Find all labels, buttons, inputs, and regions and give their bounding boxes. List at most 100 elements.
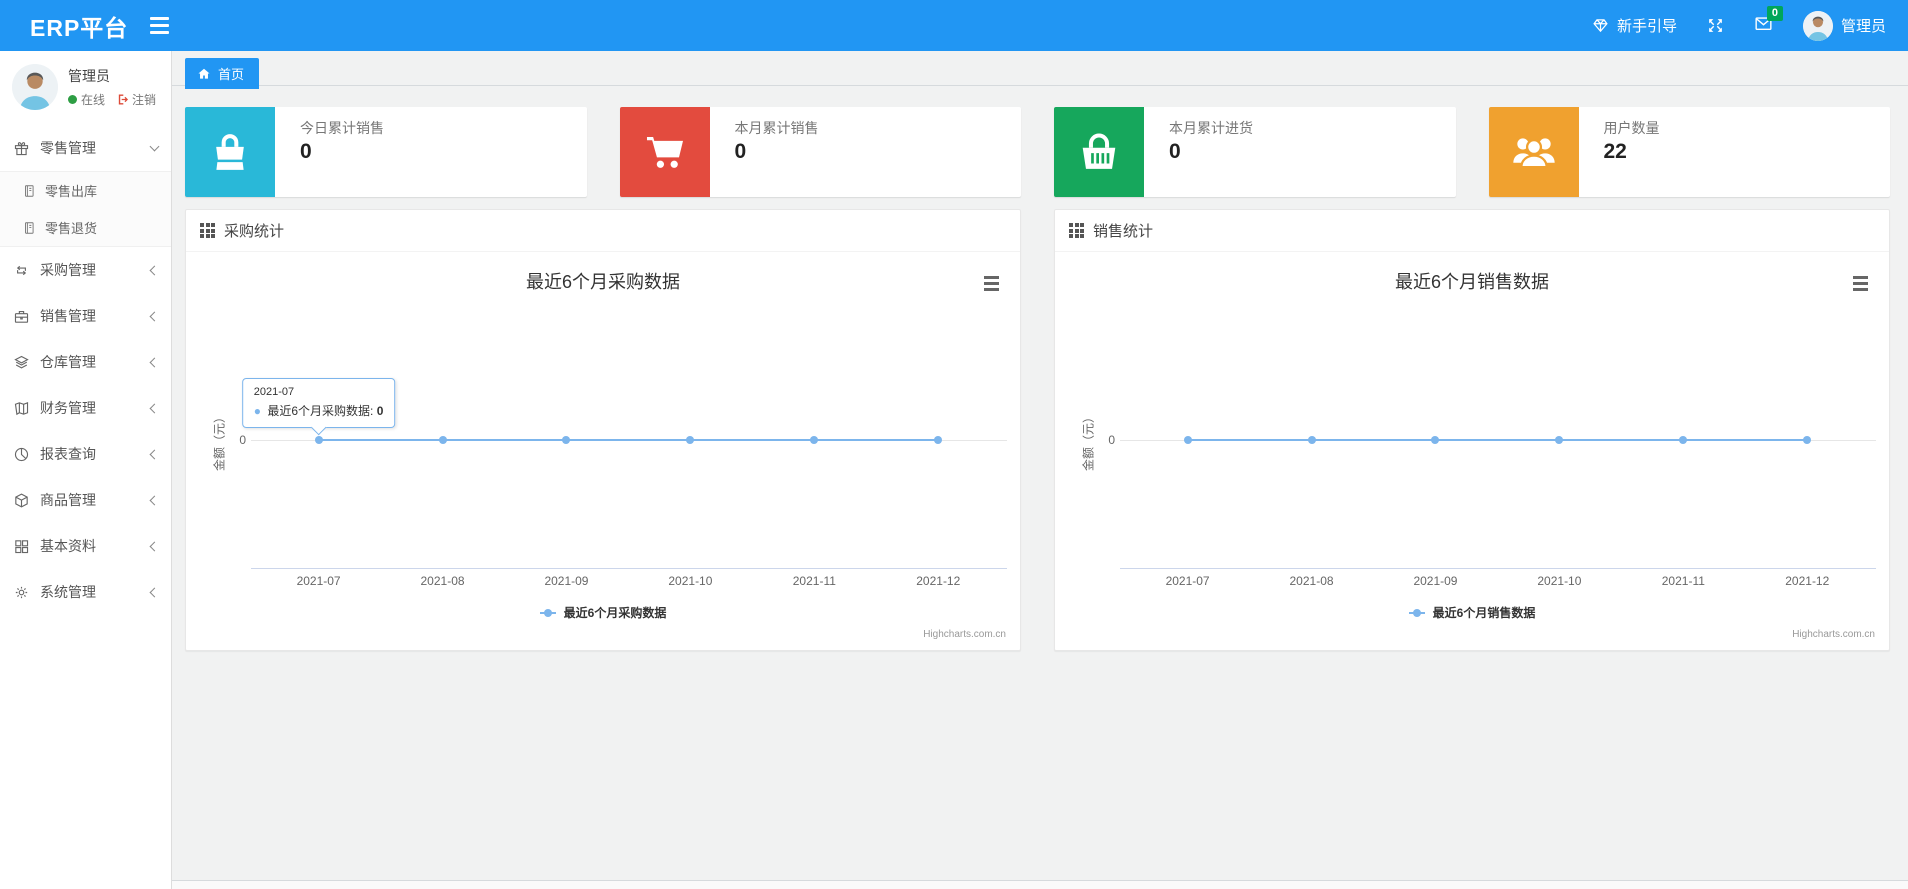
legend-item[interactable]: 最近6个月销售数据	[1055, 604, 1889, 621]
chevron-left-icon	[149, 449, 160, 459]
journal-icon	[22, 184, 36, 198]
top-navbar: ERP平台 新手引导 0 管理员	[0, 0, 1908, 51]
x-axis-tick-label: 2021-07	[296, 574, 341, 588]
legend-marker-icon	[539, 608, 556, 617]
data-point[interactable]	[1183, 436, 1192, 444]
sidebar-item-system-management[interactable]: 系统管理	[0, 569, 171, 615]
header-user-menu[interactable]: 管理员	[1802, 10, 1886, 41]
th-grid-icon	[200, 223, 215, 238]
erp-dashboard-page: ERP平台 新手引导 0 管理员 管理员 在线 注销 零售管理 零售出库 零售退…	[0, 0, 1908, 889]
stat-card-text: 今日累计销售 0	[275, 107, 394, 197]
sidebar-item-goods-management[interactable]: 商品管理	[0, 477, 171, 523]
guide-button[interactable]: 新手引导	[1592, 15, 1677, 36]
shopping-bag-icon	[185, 107, 275, 197]
legend-label: 最近6个月销售数据	[1432, 606, 1536, 620]
chevron-down-icon	[149, 141, 160, 152]
stat-card-value: 0	[734, 140, 747, 163]
purchase-chart: 最近6个月采购数据 金额（元） 0 2021-07 2021-08 2021-09 2021…	[186, 252, 1020, 650]
messages-button[interactable]: 0	[1754, 6, 1783, 36]
panel-title: 采购统计	[224, 223, 285, 240]
main-content: 首页 今日累计销售 0 本月累计销售 0 本月累计进货 0 用户数量 22 采购统计 最近6个…	[172, 51, 1908, 889]
stat-card-month-sales[interactable]: 本月累计销售 0	[619, 107, 1021, 197]
y-axis-tick-label: 0	[1108, 433, 1115, 447]
chart-menu-button[interactable]	[981, 273, 1002, 294]
sidebar-item-purchase-management[interactable]: 采购管理	[0, 247, 171, 293]
sidebar: 管理员 在线 注销 零售管理 零售出库 零售退货 采购管理 销售管理 仓库管理 财务管理 报表…	[0, 51, 172, 889]
data-point[interactable]	[1431, 436, 1440, 444]
sidebar-item-label: 采购管理	[40, 262, 96, 278]
x-axis-tick-label: 2021-10	[668, 574, 713, 588]
sidebar-subitem-retail-outbound[interactable]: 零售出库	[0, 172, 171, 209]
online-status-icon	[68, 95, 77, 104]
tab-home[interactable]: 首页	[185, 58, 260, 89]
data-point[interactable]	[1307, 436, 1316, 444]
fullscreen-button[interactable]	[1707, 17, 1724, 34]
data-point[interactable]	[314, 436, 323, 444]
chart-panels-row: 采购统计 最近6个月采购数据 金额（元） 0 2021-07 2021-08 2021-0…	[185, 209, 1890, 651]
highcharts-credits-link[interactable]: Highcharts.com.cn	[1792, 629, 1875, 640]
data-point[interactable]	[686, 436, 695, 444]
stat-card-user-count[interactable]: 用户数量 22	[1488, 107, 1890, 197]
grid-icon	[13, 538, 30, 555]
stat-card-today-sales[interactable]: 今日累计销售 0	[185, 107, 587, 197]
logout-button[interactable]: 注销	[116, 91, 156, 108]
sidebar-item-label: 商品管理	[40, 492, 96, 508]
gear-icon	[13, 584, 30, 601]
stat-card-label: 本月累计销售	[734, 120, 819, 136]
chart-title: 最近6个月销售数据	[1394, 272, 1549, 292]
gem-icon	[1593, 19, 1608, 33]
sidebar-item-report-query[interactable]: 报表查询	[0, 431, 171, 477]
x-axis-line	[251, 568, 1007, 569]
sidebar-subitem-retail-return[interactable]: 零售退货	[0, 209, 171, 246]
x-axis-tick-label: 2021-11	[792, 574, 836, 588]
tooltip-value-line: ● 最近6个月采购数据: 0	[253, 404, 384, 418]
sales-chart: 最近6个月销售数据 金额（元） 0 2021-07 2021-08 2021-09 2021…	[1055, 252, 1889, 650]
data-point[interactable]	[934, 436, 943, 444]
sales-stats-panel: 销售统计 最近6个月销售数据 金额（元） 0 2021-07 2021-08 2021-0…	[1054, 209, 1890, 651]
chevron-left-icon	[149, 495, 160, 505]
header-user-name: 管理员	[1840, 18, 1886, 35]
x-axis-tick-label: 2021-08	[420, 574, 465, 588]
chevron-left-icon	[149, 265, 160, 275]
data-point[interactable]	[562, 436, 571, 444]
sidebar-item-finance-management[interactable]: 财务管理	[0, 385, 171, 431]
sidebar-item-label: 基本资料	[40, 538, 96, 554]
stat-card-label: 今日累计销售	[300, 120, 384, 136]
brand-logo[interactable]: ERP平台	[0, 9, 142, 43]
chart-tooltip: 2021-07 ● 最近6个月采购数据: 0	[241, 378, 396, 428]
stat-card-month-purchase[interactable]: 本月累计进货 0	[1054, 107, 1456, 197]
legend-label: 最近6个月采购数据	[563, 606, 667, 620]
x-axis-tick-label: 2021-07	[1165, 574, 1210, 588]
sidebar-item-basic-data[interactable]: 基本资料	[0, 523, 171, 569]
x-axis-tick-label: 2021-10	[1537, 574, 1582, 588]
sidebar-item-label: 仓库管理	[40, 354, 96, 370]
stat-card-text: 本月累计销售 0	[710, 107, 829, 197]
data-point[interactable]	[438, 436, 447, 444]
avatar	[12, 64, 58, 110]
data-point[interactable]	[1679, 436, 1688, 444]
data-point[interactable]	[1803, 436, 1812, 444]
sidebar-item-label: 财务管理	[40, 400, 96, 416]
sidebar-item-sales-management[interactable]: 销售管理	[0, 293, 171, 339]
sidebar-item-label: 系统管理	[40, 584, 96, 600]
highcharts-credits-link[interactable]: Highcharts.com.cn	[923, 629, 1006, 640]
sidebar-subitem-label: 零售出库	[45, 184, 98, 199]
series-line	[1187, 439, 1808, 441]
basket-icon	[1054, 107, 1144, 197]
sidebar-item-warehouse-management[interactable]: 仓库管理	[0, 339, 171, 385]
map-book-icon	[13, 400, 30, 417]
sidebar-toggle-icon[interactable]	[142, 9, 177, 42]
th-grid-icon	[1069, 223, 1084, 238]
users-icon	[1488, 107, 1579, 197]
data-point[interactable]	[810, 436, 819, 444]
chevron-left-icon	[149, 357, 160, 367]
stat-card-label: 用户数量	[1603, 120, 1660, 136]
layers-icon	[13, 354, 30, 371]
data-point[interactable]	[1555, 436, 1564, 444]
submenu-retail-management: 零售出库零售退货	[0, 171, 171, 247]
breadcrumb: 首页	[172, 51, 1908, 89]
chart-menu-button[interactable]	[1850, 273, 1871, 294]
legend-item[interactable]: 最近6个月采购数据	[186, 604, 1020, 621]
sidebar-item-retail-management[interactable]: 零售管理	[0, 125, 171, 171]
stat-card-value: 22	[1603, 140, 1627, 163]
